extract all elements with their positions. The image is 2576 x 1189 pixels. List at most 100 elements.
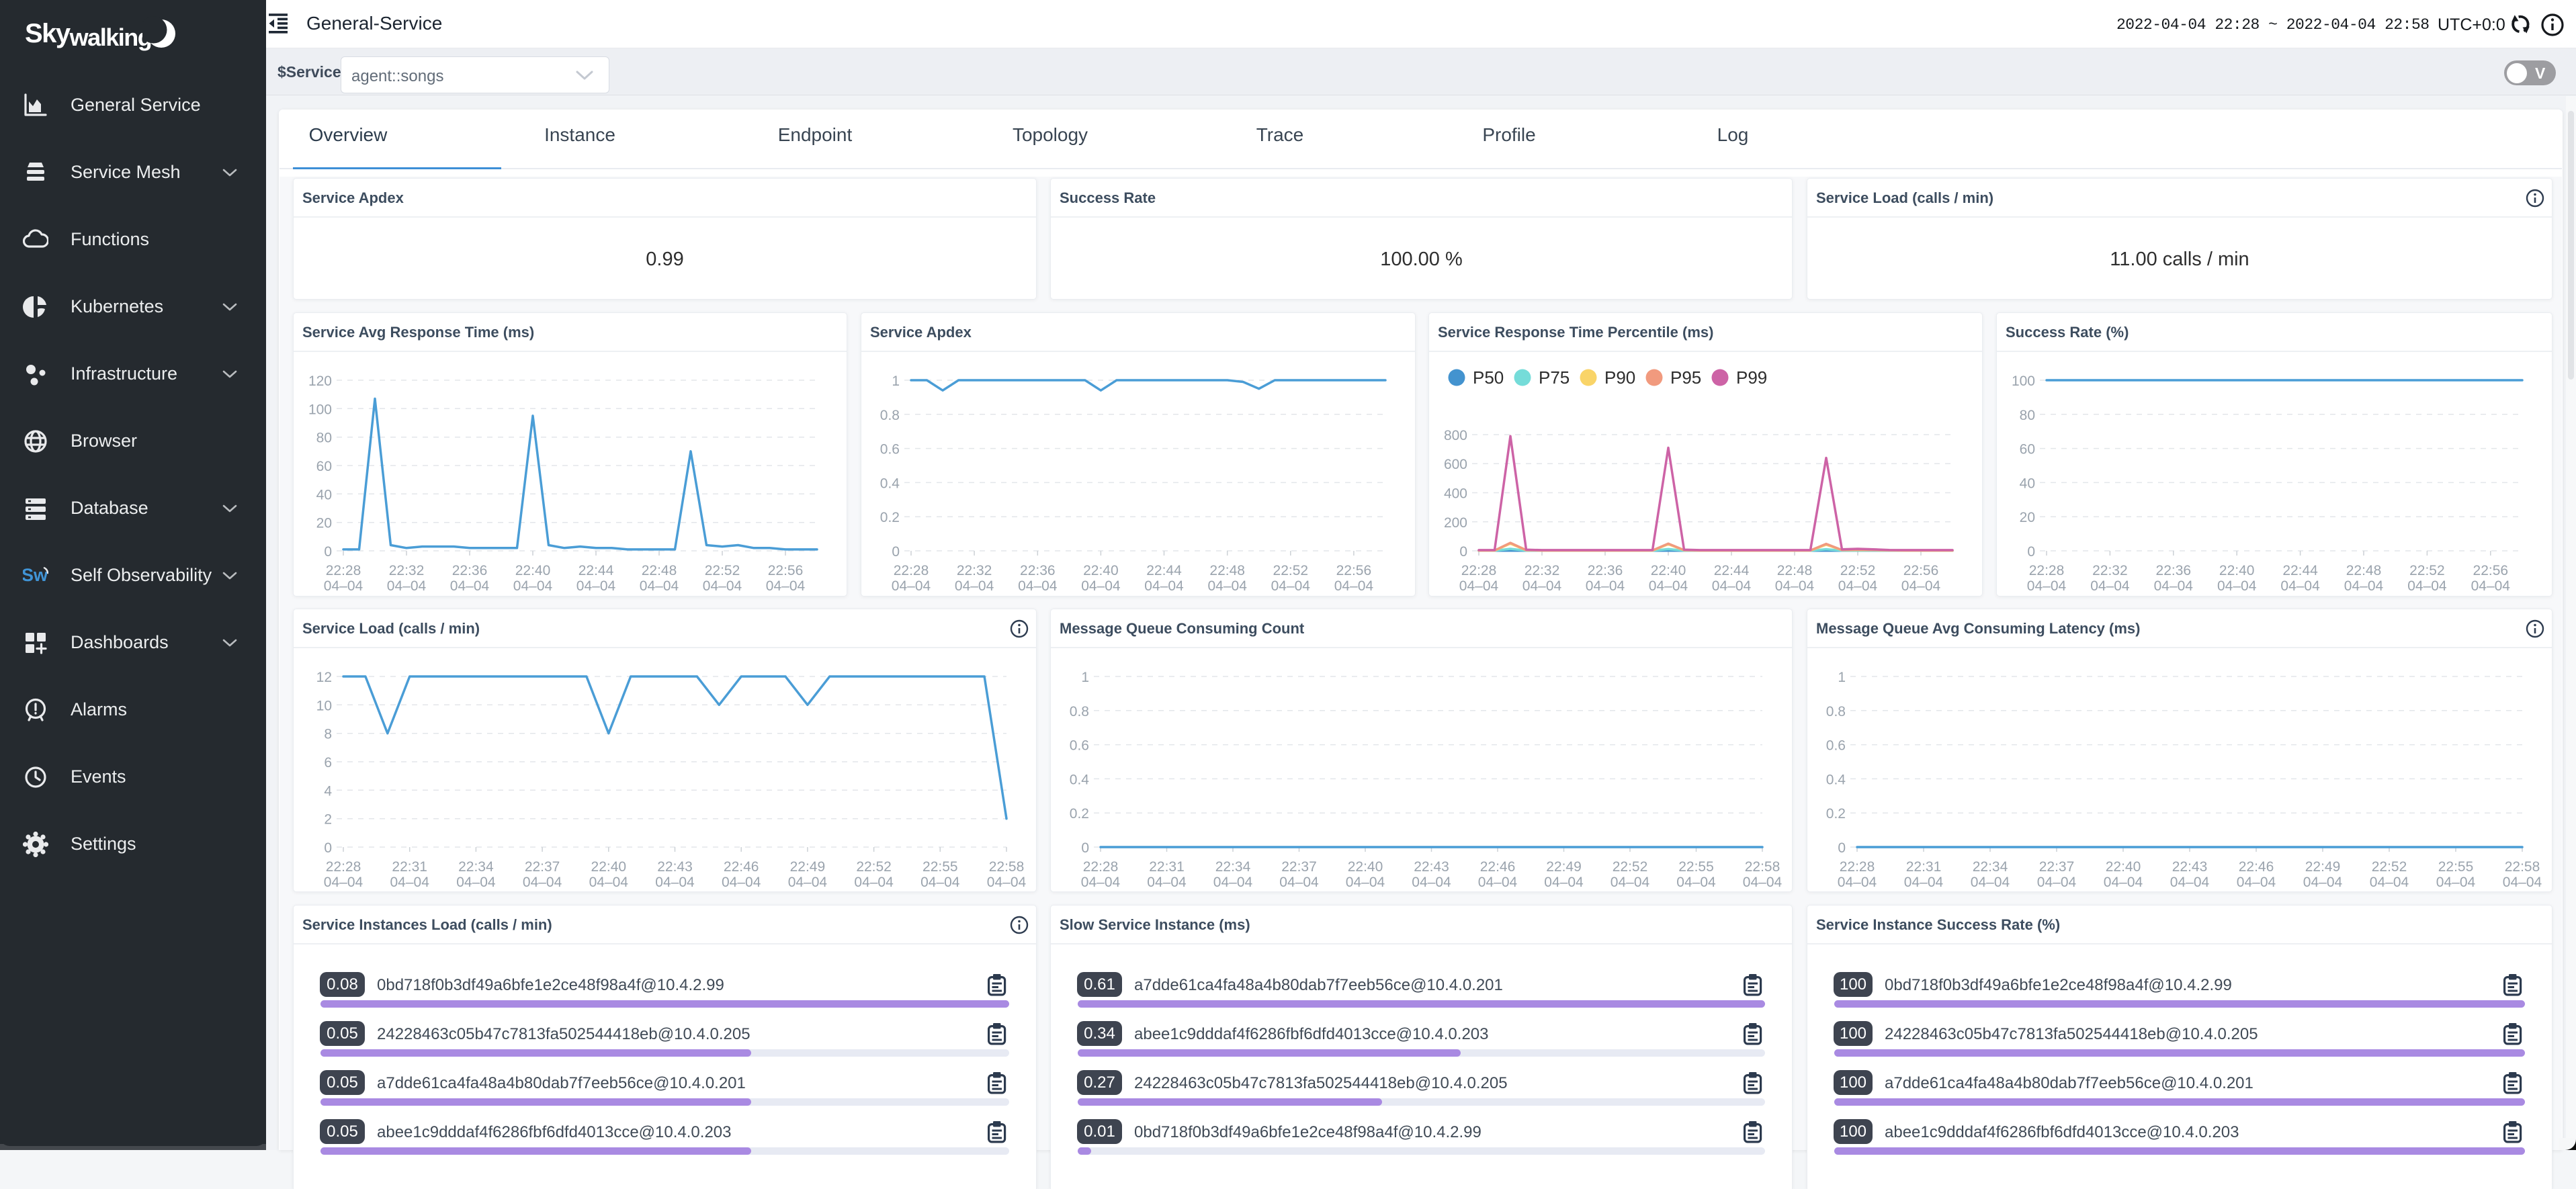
svg-text:04–04: 04–04 <box>1271 578 1311 594</box>
svg-text:22:40: 22:40 <box>515 563 551 578</box>
svg-text:04–04: 04–04 <box>987 875 1027 890</box>
svg-text:22:52: 22:52 <box>856 859 892 875</box>
svg-text:0.6: 0.6 <box>880 442 900 457</box>
svg-text:22:28: 22:28 <box>326 859 361 875</box>
svg-text:04–04: 04–04 <box>2303 875 2343 890</box>
svg-text:22:36: 22:36 <box>1020 563 1056 578</box>
svg-text:22:52: 22:52 <box>2372 859 2407 875</box>
svg-text:04–04: 04–04 <box>1147 875 1187 890</box>
svg-text:04–04: 04–04 <box>390 875 429 890</box>
svg-text:22:43: 22:43 <box>657 859 693 875</box>
svg-text:04–04: 04–04 <box>1081 578 1121 594</box>
svg-text:22:28: 22:28 <box>1461 563 1497 578</box>
svg-text:22:49: 22:49 <box>790 859 826 875</box>
svg-text:22:46: 22:46 <box>2239 859 2274 875</box>
svg-text:22:56: 22:56 <box>1336 563 1372 578</box>
svg-text:04–04: 04–04 <box>523 875 562 890</box>
svg-text:0: 0 <box>1838 840 1846 856</box>
svg-text:04–04: 04–04 <box>2503 875 2542 890</box>
svg-text:P75: P75 <box>1539 367 1570 388</box>
svg-text:22:52: 22:52 <box>1613 859 1648 875</box>
svg-text:22:28: 22:28 <box>2029 563 2065 578</box>
svg-text:04–04: 04–04 <box>2104 875 2143 890</box>
svg-text:22:49: 22:49 <box>2305 859 2341 875</box>
svg-text:04–04: 04–04 <box>576 578 616 594</box>
svg-text:22:58: 22:58 <box>1745 859 1780 875</box>
svg-text:800: 800 <box>1444 428 1467 443</box>
svg-text:10: 10 <box>316 698 332 713</box>
svg-text:04–04: 04–04 <box>589 875 629 890</box>
svg-text:04–04: 04–04 <box>788 875 828 890</box>
svg-text:22:48: 22:48 <box>642 563 677 578</box>
svg-text:04–04: 04–04 <box>1971 875 2010 890</box>
svg-text:04–04: 04–04 <box>1676 875 1716 890</box>
svg-text:40: 40 <box>2020 476 2035 491</box>
svg-text:04–04: 04–04 <box>2170 875 2210 890</box>
svg-text:04–04: 04–04 <box>1775 578 1815 594</box>
svg-text:22:44: 22:44 <box>578 563 614 578</box>
svg-text:120: 120 <box>308 373 332 389</box>
svg-text:04–04: 04–04 <box>1334 578 1374 594</box>
svg-text:20: 20 <box>316 516 332 531</box>
svg-text:22:32: 22:32 <box>957 563 992 578</box>
svg-text:22:44: 22:44 <box>1146 563 1182 578</box>
svg-text:200: 200 <box>1444 515 1467 531</box>
svg-text:04–04: 04–04 <box>1459 578 1499 594</box>
svg-text:400: 400 <box>1444 486 1467 502</box>
svg-text:22:43: 22:43 <box>1414 859 1449 875</box>
svg-text:22:56: 22:56 <box>2473 563 2509 578</box>
svg-text:04–04: 04–04 <box>1901 578 1941 594</box>
svg-text:0: 0 <box>892 544 900 560</box>
svg-text:04–04: 04–04 <box>2237 875 2276 890</box>
svg-text:P95: P95 <box>1670 367 1701 388</box>
svg-text:22:46: 22:46 <box>1480 859 1516 875</box>
svg-text:22:40: 22:40 <box>2106 859 2141 875</box>
svg-text:22:49: 22:49 <box>1546 859 1582 875</box>
svg-text:P50: P50 <box>1473 367 1504 388</box>
svg-text:04–04: 04–04 <box>2090 578 2130 594</box>
svg-text:1: 1 <box>1838 670 1846 685</box>
svg-text:80: 80 <box>2020 408 2035 423</box>
svg-text:22:31: 22:31 <box>1906 859 1942 875</box>
svg-text:04–04: 04–04 <box>1478 875 1518 890</box>
svg-text:22:55: 22:55 <box>922 859 958 875</box>
svg-text:0.6: 0.6 <box>1826 738 1846 754</box>
svg-text:22:55: 22:55 <box>1678 859 1714 875</box>
svg-text:40: 40 <box>316 487 332 502</box>
svg-text:04–04: 04–04 <box>1018 578 1058 594</box>
svg-text:04–04: 04–04 <box>1279 875 1319 890</box>
svg-text:22:56: 22:56 <box>1903 563 1939 578</box>
svg-text:600: 600 <box>1444 457 1467 472</box>
svg-text:22:52: 22:52 <box>2409 563 2445 578</box>
svg-text:22:34: 22:34 <box>1973 859 2008 875</box>
svg-text:04–04: 04–04 <box>513 578 553 594</box>
svg-text:1: 1 <box>892 373 900 389</box>
svg-text:22:52: 22:52 <box>705 563 740 578</box>
svg-text:22:37: 22:37 <box>1281 859 1317 875</box>
svg-text:0.6: 0.6 <box>1070 738 1089 754</box>
svg-text:22:28: 22:28 <box>894 563 929 578</box>
svg-text:22:36: 22:36 <box>2156 563 2192 578</box>
svg-text:04–04: 04–04 <box>1743 875 1783 890</box>
svg-text:22:28: 22:28 <box>326 563 361 578</box>
svg-text:04–04: 04–04 <box>1904 875 1944 890</box>
svg-text:04–04: 04–04 <box>1838 875 1877 890</box>
svg-text:1: 1 <box>1081 670 1089 685</box>
svg-text:0.8: 0.8 <box>880 408 900 423</box>
svg-text:22:40: 22:40 <box>1083 563 1119 578</box>
svg-text:04–04: 04–04 <box>920 875 960 890</box>
svg-text:04–04: 04–04 <box>703 578 742 594</box>
svg-text:22:28: 22:28 <box>1840 859 1875 875</box>
svg-text:22:40: 22:40 <box>1348 859 1383 875</box>
svg-text:0: 0 <box>324 544 332 560</box>
svg-text:0: 0 <box>324 840 332 856</box>
svg-text:2: 2 <box>324 812 332 828</box>
svg-text:04–04: 04–04 <box>1081 875 1121 890</box>
svg-text:0.4: 0.4 <box>880 476 900 491</box>
svg-text:0.2: 0.2 <box>880 510 900 525</box>
svg-text:04–04: 04–04 <box>324 578 363 594</box>
svg-text:22:40: 22:40 <box>591 859 627 875</box>
svg-text:P90: P90 <box>1604 367 1635 388</box>
svg-text:0: 0 <box>1459 544 1467 560</box>
svg-text:04–04: 04–04 <box>1207 578 1247 594</box>
